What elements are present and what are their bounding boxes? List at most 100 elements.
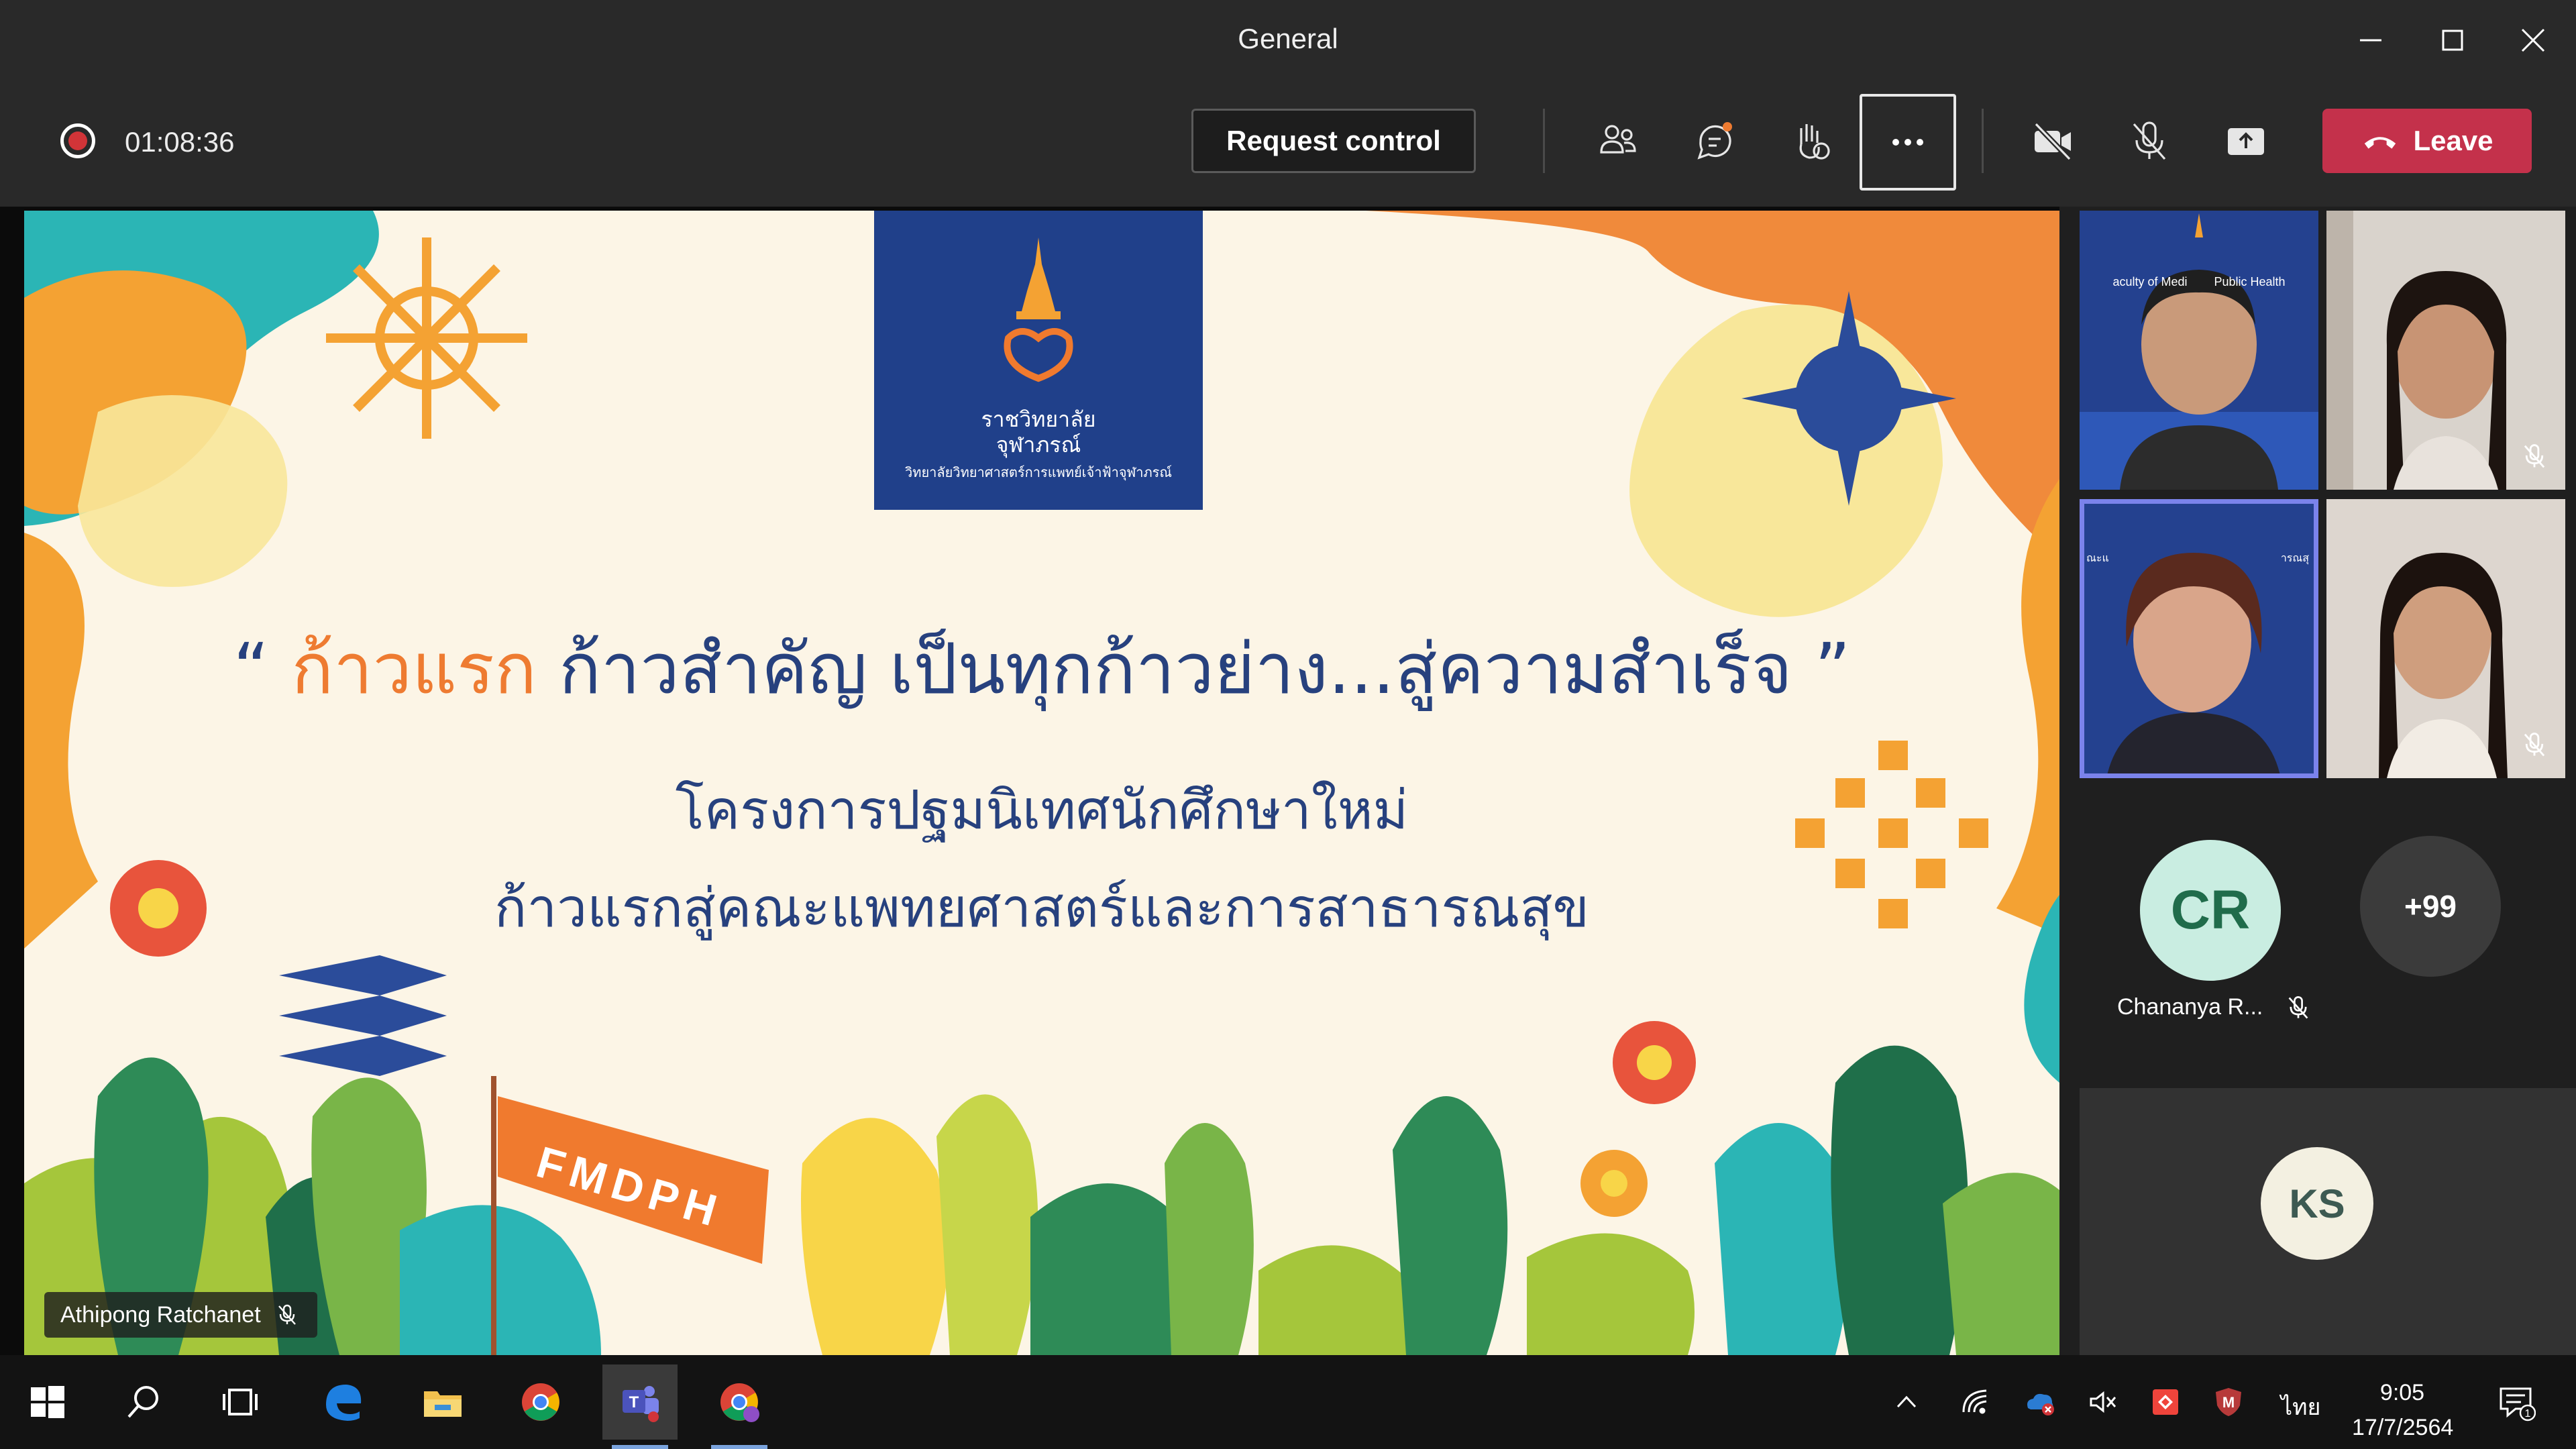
toolbar-divider [1543, 109, 1545, 173]
meeting-toolbar: 01:08:36 Request control Leave [0, 79, 2576, 207]
task-view-button[interactable] [203, 1364, 278, 1440]
search-icon [127, 1386, 158, 1418]
svg-text:T: T [629, 1393, 639, 1411]
minimize-button[interactable] [2345, 15, 2396, 66]
shield-icon: M [2216, 1388, 2241, 1416]
more-participants-button[interactable]: +99 [2360, 836, 2501, 977]
request-control-button[interactable]: Request control [1191, 109, 1476, 173]
headline-accent: ก้าวแรก [291, 628, 537, 710]
chat-icon [1697, 122, 1732, 160]
tile-banner-left: ณะแ [2086, 553, 2109, 564]
toolbar-divider [1982, 109, 1984, 173]
mic-off-icon [2524, 444, 2545, 468]
clock-time: 9:05 [2379, 1380, 2425, 1405]
file-explorer-icon [424, 1391, 462, 1417]
logo-line-2: จุฬาภรณ์ [996, 432, 1081, 458]
minimize-icon [2360, 39, 2381, 42]
presenter-name-tag: Athipong Ratchanet [44, 1292, 317, 1338]
windows-start-icon [31, 1386, 64, 1418]
maximize-icon [2442, 30, 2463, 51]
participant-video [2080, 211, 2318, 490]
edge-icon [326, 1385, 362, 1421]
clock-button[interactable]: 9:05 17/7/2564 [2352, 1375, 2453, 1445]
show-hidden-icons-button[interactable] [1886, 1382, 1927, 1422]
headline-rest: ก้าวสำคัญ เป็นทุกก้าวย่าง...สู่ความสำเร็… [536, 628, 1851, 710]
close-button[interactable] [2508, 15, 2559, 66]
chevron-up-icon [1896, 1395, 1917, 1408]
onedrive-error-icon [2027, 1393, 2054, 1415]
security-button[interactable]: M [2208, 1382, 2249, 1422]
college-logo: ราชวิทยาลัย จุฬาภรณ์ วิทยาลัยวิทยาศาสตร์… [874, 211, 1203, 510]
participant-tile-speaking[interactable]: ณะแ ารณสุ [2080, 499, 2318, 778]
wifi-icon [1962, 1389, 1987, 1414]
self-view-tile[interactable]: KS [2080, 1088, 2576, 1355]
mic-toggle-button[interactable] [2117, 109, 2182, 173]
reactions-button[interactable] [1779, 109, 1843, 173]
headline-open-quote: “ [233, 628, 292, 710]
maximize-button[interactable] [2427, 15, 2478, 66]
start-button[interactable] [9, 1364, 85, 1440]
participants-button[interactable] [1586, 109, 1650, 173]
chrome-icon [522, 1383, 559, 1421]
chrome-profile-app[interactable] [702, 1364, 777, 1449]
shared-screen: ราชวิทยาลัย จุฬาภรณ์ วิทยาลัยวิทยาศาสตร์… [24, 211, 2059, 1355]
anydesk-icon [2153, 1389, 2178, 1415]
file-explorer-app[interactable] [405, 1364, 480, 1440]
slide-subtitle-1: โครงการปฐมนิเทศนักศึกษาใหม่ [675, 779, 1409, 841]
svg-text:M: M [2222, 1394, 2235, 1411]
crown-emblem-icon [1004, 237, 1073, 382]
participant-name-tag: Chananya R... [2117, 994, 2311, 1020]
leave-label: Leave [2413, 125, 2493, 156]
more-options-icon [1892, 139, 1923, 146]
input-language-button[interactable]: ไทย [2281, 1389, 2320, 1425]
hang-up-icon [2365, 137, 2396, 149]
task-view-icon [223, 1389, 258, 1415]
window-title: General [1238, 23, 1338, 54]
slide-headline: “ ก้าวแรก ก้าวสำคัญ เป็นทุกก้าวย่าง...สู… [24, 613, 2059, 724]
recording-icon [60, 123, 95, 158]
mic-off-icon [2524, 733, 2545, 757]
presenter-name: Athipong Ratchanet [60, 1301, 261, 1328]
reactions-icon [1799, 124, 1830, 160]
participant-tile[interactable] [2326, 211, 2565, 490]
close-icon [2521, 28, 2545, 52]
participant-tile[interactable]: aculty of Medi Public Health [2080, 211, 2318, 490]
search-button[interactable] [106, 1364, 181, 1440]
window-title-bar: General [0, 0, 2576, 79]
participant-name: Chananya R... [2117, 994, 2263, 1020]
onedrive-button[interactable] [2019, 1382, 2059, 1422]
mic-off-icon [2133, 121, 2166, 160]
network-button[interactable] [1956, 1382, 1996, 1422]
chrome-profile-icon [720, 1383, 759, 1422]
teams-app[interactable]: T [602, 1364, 678, 1449]
share-tray-button[interactable] [2214, 109, 2278, 173]
participant-video [2080, 499, 2318, 778]
volume-muted-icon [2090, 1391, 2116, 1413]
meeting-timer: 01:08:36 [125, 126, 235, 158]
edge-app[interactable] [306, 1364, 381, 1440]
more-options-button[interactable] [1860, 94, 1956, 191]
notification-count: 1 [2525, 1408, 2531, 1419]
chrome-app[interactable] [503, 1364, 578, 1440]
participant-avatar-cr[interactable]: CR [2140, 840, 2281, 981]
notification-icon: 1 [2500, 1387, 2536, 1421]
windows-taskbar: T M ไทย 9:05 17/7/2564 1 [0, 1355, 2576, 1449]
participant-gallery: aculty of Medi Public Health ณะแ ารณสุ C… [2059, 207, 2576, 1355]
chat-button[interactable] [1682, 109, 1747, 173]
share-tray-icon [2228, 128, 2264, 155]
teams-icon: T [623, 1386, 659, 1422]
logo-line-3: วิทยาลัยวิทยาศาสตร์การแพทย์เจ้าฟ้าจุฬาภร… [905, 464, 1172, 480]
action-center-button[interactable]: 1 [2496, 1382, 2536, 1422]
camera-toggle-button[interactable] [2021, 109, 2085, 173]
mic-off-icon [2288, 996, 2308, 1019]
participant-avatar-ks: KS [2261, 1147, 2373, 1260]
tile-banner-text: aculty of Medi Public Health [2112, 275, 2286, 288]
anydesk-button[interactable] [2145, 1382, 2186, 1422]
camera-off-icon [2034, 122, 2072, 161]
leave-button[interactable]: Leave [2322, 109, 2532, 173]
tile-banner-right: ารณสุ [2280, 553, 2309, 564]
clock-date: 17/7/2564 [2352, 1415, 2454, 1440]
participant-tile[interactable] [2326, 499, 2565, 778]
volume-button[interactable] [2082, 1382, 2123, 1422]
mic-off-icon [278, 1304, 296, 1325]
